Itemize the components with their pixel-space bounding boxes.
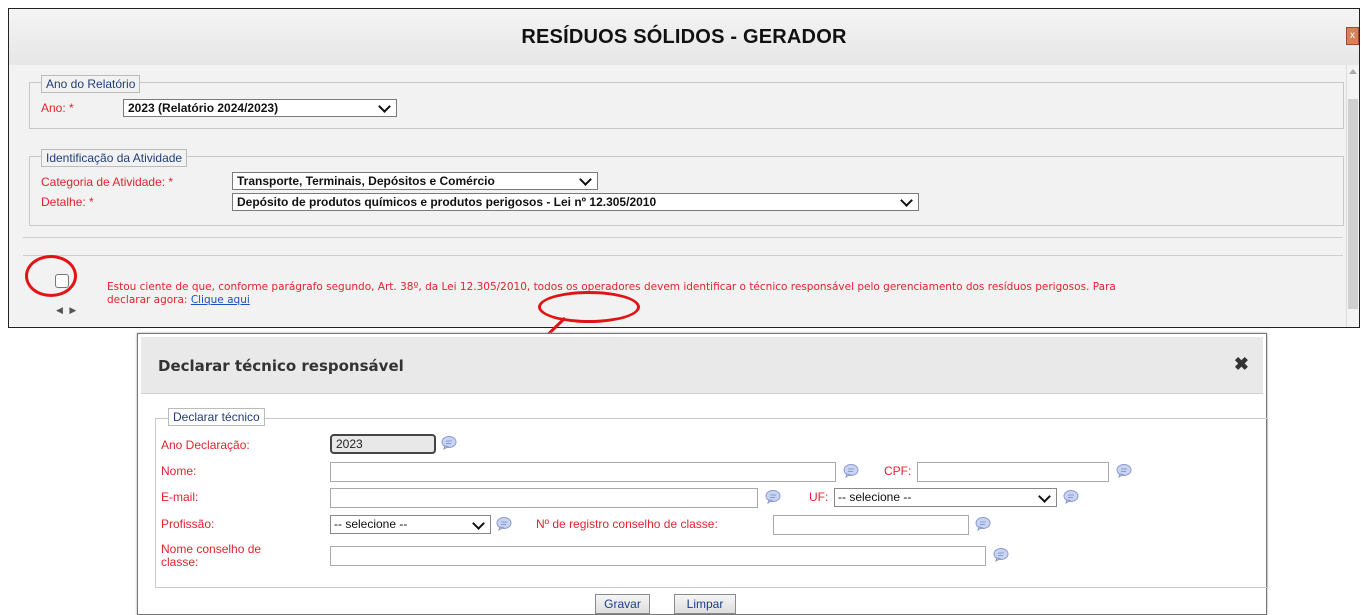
chevron-down-icon xyxy=(1038,490,1051,503)
annotation-ring-link xyxy=(538,291,640,323)
help-bubble-icon[interactable] xyxy=(1063,490,1079,504)
atividade-legend: Identificação da Atividade xyxy=(41,149,188,167)
main-window: RESÍDUOS SÓLIDOS - GERADOR x Ano do Rela… xyxy=(8,8,1360,328)
modal-title: Declarar técnico responsável xyxy=(158,357,404,375)
declarar-tecnico-modal: Declarar técnico responsável ✖ Declarar … xyxy=(137,333,1268,615)
modal-header: Declarar técnico responsável ✖ xyxy=(141,337,1263,394)
cpf-input[interactable] xyxy=(917,462,1109,482)
divider-1 xyxy=(23,237,1343,238)
modal-body: Declarar técnico Ano Declaração: 2023 No… xyxy=(141,394,1268,614)
divider-2 xyxy=(23,255,1343,256)
ano-declaracao-field: 2023 xyxy=(330,434,436,454)
help-bubble-icon[interactable] xyxy=(496,517,512,531)
ano-label: Ano: * xyxy=(41,101,74,115)
left-right-arrows-icon: ◀ ▶ xyxy=(56,305,79,315)
conselho-label: Nome conselho de classe: xyxy=(161,543,261,569)
detalhe-select-value: Depósito de produtos químicos e produtos… xyxy=(237,195,657,209)
help-bubble-icon[interactable] xyxy=(441,436,457,450)
email-input[interactable] xyxy=(330,488,758,508)
uf-select-value: -- selecione -- xyxy=(838,490,912,504)
ano-declaracao-label: Ano Declaração: xyxy=(161,438,250,452)
nome-input[interactable] xyxy=(330,462,836,482)
window-title: RESÍDUOS SÓLIDOS - GERADOR xyxy=(9,9,1359,65)
conselho-label-line2: classe: xyxy=(161,555,199,569)
help-bubble-icon[interactable] xyxy=(765,490,781,504)
chevron-down-icon xyxy=(378,100,391,113)
help-bubble-icon[interactable] xyxy=(975,517,991,531)
profissao-select-value: -- selecione -- xyxy=(334,517,408,531)
cpf-label: CPF: xyxy=(884,464,912,478)
categoria-select[interactable]: Transporte, Terminais, Depósitos e Comér… xyxy=(232,172,598,190)
chevron-down-icon xyxy=(900,194,913,207)
window-close-button[interactable]: x xyxy=(1346,27,1359,45)
ano-legend: Ano do Relatório xyxy=(41,75,141,93)
scrollbar-thumb[interactable] xyxy=(1348,99,1358,309)
scroll-arrow-icon[interactable] xyxy=(1349,69,1357,74)
help-bubble-icon[interactable] xyxy=(993,548,1009,562)
ano-select-value: 2023 (Relatório 2024/2023) xyxy=(128,101,279,115)
nome-label: Nome: xyxy=(161,464,197,478)
help-bubble-icon[interactable] xyxy=(843,464,859,478)
conselho-input[interactable] xyxy=(330,546,986,566)
gravar-button[interactable]: Gravar xyxy=(595,594,650,614)
uf-label: UF: xyxy=(809,490,829,504)
profissao-select[interactable]: -- selecione -- xyxy=(330,515,491,534)
profissao-label: Profissão: xyxy=(161,517,215,531)
chevron-down-icon xyxy=(472,517,485,530)
close-icon[interactable]: ✖ xyxy=(1234,354,1249,375)
email-label: E-mail: xyxy=(161,490,199,504)
detalhe-label: Detalhe: * xyxy=(41,195,94,209)
help-bubble-icon[interactable] xyxy=(1116,464,1132,478)
tecnico-legend: Declarar técnico xyxy=(168,408,265,426)
annotation-ring-checkbox xyxy=(25,255,77,297)
registro-input[interactable] xyxy=(773,515,969,535)
registro-label: Nº de registro conselho de classe: xyxy=(536,517,718,531)
ano-select[interactable]: 2023 (Relatório 2024/2023) xyxy=(123,99,397,117)
categoria-label: Categoria de Atividade: * xyxy=(41,175,174,189)
clique-aqui-link[interactable]: Clique aqui xyxy=(191,294,250,306)
chevron-down-icon xyxy=(579,173,592,186)
atividade-fieldset xyxy=(29,156,1344,226)
limpar-button[interactable]: Limpar xyxy=(674,594,736,614)
detalhe-select[interactable]: Depósito de produtos químicos e produtos… xyxy=(232,193,919,211)
categoria-select-value: Transporte, Terminais, Depósitos e Comér… xyxy=(237,174,495,188)
uf-select[interactable]: -- selecione -- xyxy=(834,488,1057,507)
